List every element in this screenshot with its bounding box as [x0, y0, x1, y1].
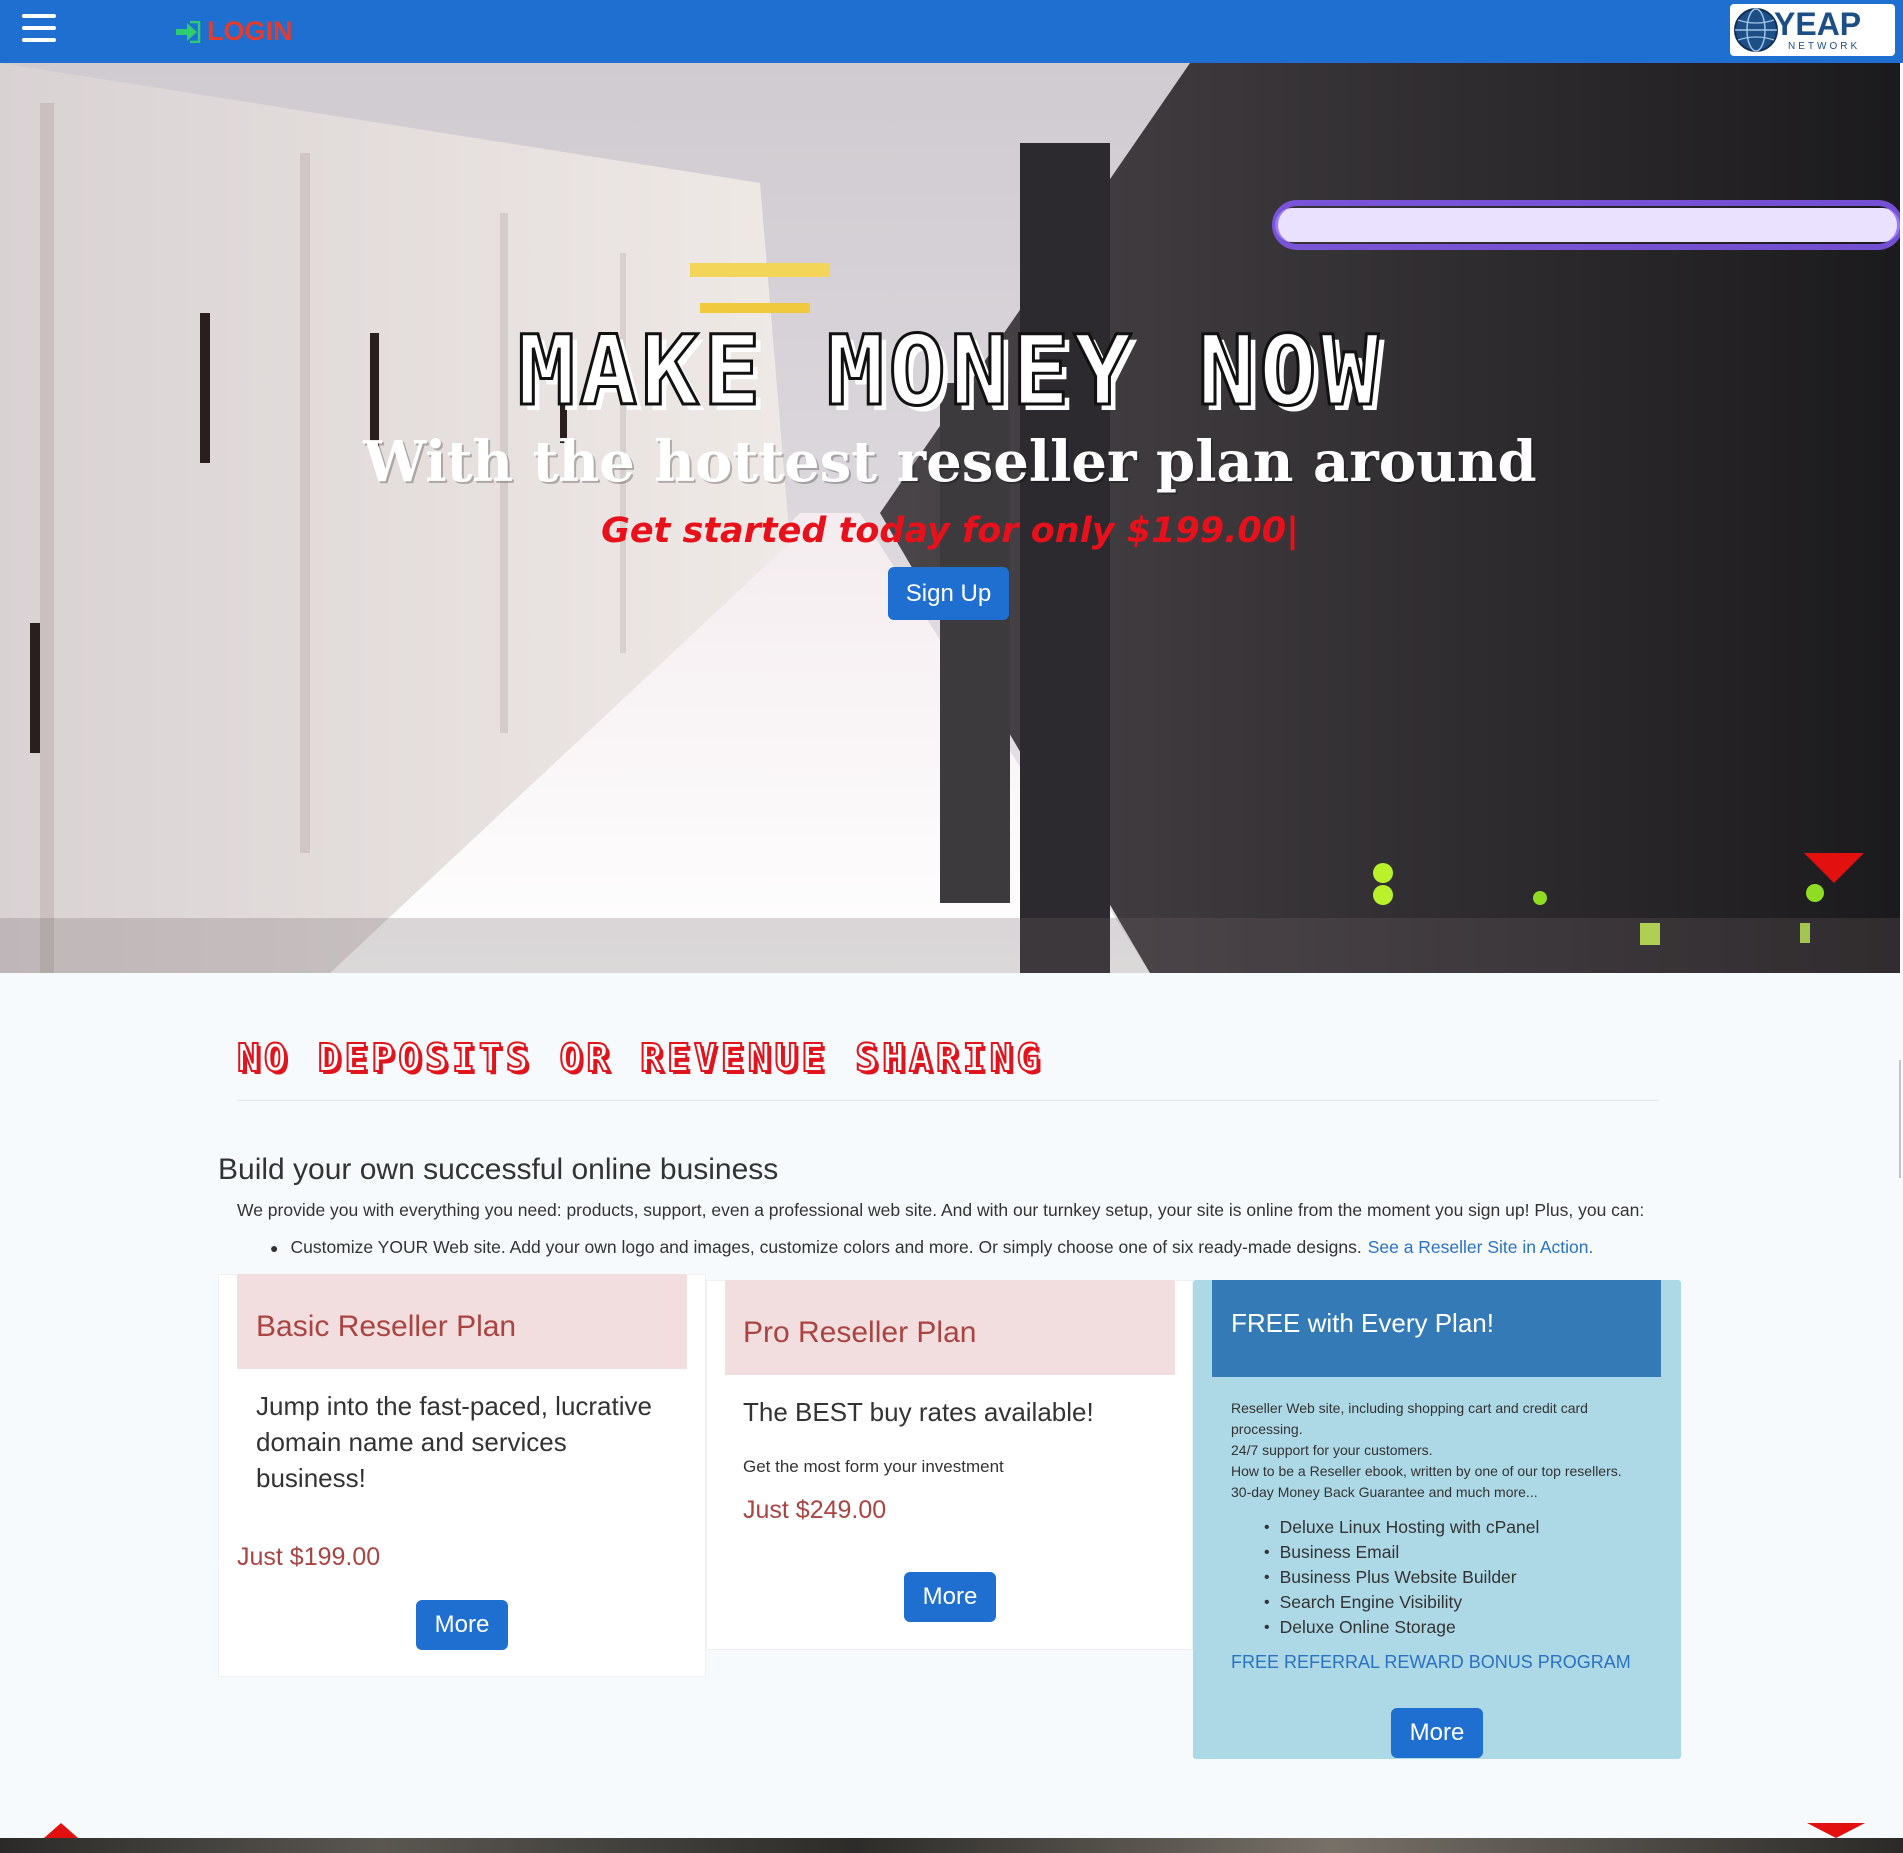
lead-text: We provide you with everything you need:…: [237, 1200, 1645, 1220]
hero-subtitle: With the hottest reseller plan around: [363, 429, 1537, 495]
free-feature-list: Deluxe Linux Hosting with cPanel Busines…: [1264, 1515, 1540, 1640]
section-divider: [237, 1100, 1659, 1101]
free-plan-title: FREE with Every Plan!: [1231, 1308, 1494, 1338]
lead-title: Build your own successful online busines…: [218, 1153, 779, 1186]
pro-plan-title: Pro Reseller Plan: [743, 1316, 977, 1349]
basic-plan-desc-3: business!: [256, 1463, 366, 1493]
brand-logo[interactable]: YEAP NETWORK: [1730, 4, 1895, 56]
pro-more-button[interactable]: More: [904, 1572, 996, 1622]
basic-more-button[interactable]: More: [416, 1600, 508, 1650]
svg-text:NETWORK: NETWORK: [1788, 41, 1860, 52]
basic-plan-desc-1: Jump into the fast-paced, lucrative: [256, 1391, 652, 1421]
svg-text:YEAP: YEAP: [1774, 6, 1861, 42]
basic-plan-price: Just $199.00: [237, 1543, 381, 1571]
triangle-up-icon[interactable]: [44, 1823, 78, 1838]
login-link[interactable]: LOGIN: [175, 16, 293, 47]
login-label: LOGIN: [207, 16, 293, 46]
globe-logo-icon: YEAP NETWORK: [1734, 6, 1861, 52]
hero-banner: MAKE MONEY NOW With the hottest reseller…: [0, 63, 1900, 973]
list-item: Deluxe Online Storage: [1264, 1615, 1539, 1640]
top-navbar: LOGIN YEAP NETWORK: [0, 0, 1903, 63]
reseller-site-link[interactable]: See a Reseller Site in Action.: [1368, 1237, 1594, 1258]
pro-plan-price: Just $249.00: [743, 1496, 887, 1524]
triangle-down-icon[interactable]: [1804, 853, 1864, 883]
hamburger-icon[interactable]: [22, 14, 56, 46]
bullet-text: Customize YOUR Web site. Add your own lo…: [290, 1237, 1362, 1257]
signup-button[interactable]: Sign Up: [888, 567, 1009, 620]
hero-price-line: Get started today for only $199.00|: [601, 511, 1299, 551]
referral-program-link[interactable]: FREE REFERRAL REWARD BONUS PROGRAM: [1231, 1652, 1631, 1673]
hero-title: MAKE MONEY NOW: [516, 314, 1383, 429]
free-desc-line: 30-day Money Back Guarantee and much mor…: [1231, 1484, 1538, 1500]
sign-in-icon: [176, 20, 201, 43]
list-item: Deluxe Linux Hosting with cPanel: [1264, 1515, 1540, 1540]
free-desc-line: Reseller Web site, including shopping ca…: [1231, 1400, 1588, 1416]
list-item: Business Email: [1264, 1540, 1539, 1565]
section-heading: NO DEPOSITS OR REVENUE SHARING: [236, 1035, 1044, 1081]
scrollbar-thumb[interactable]: [1899, 1060, 1901, 1178]
free-desc-line: processing.: [1231, 1421, 1303, 1437]
free-more-button[interactable]: More: [1391, 1708, 1483, 1758]
triangle-down-icon[interactable]: [1807, 1823, 1865, 1838]
bullet-icon: ●: [270, 1240, 279, 1256]
list-item: ● Customize YOUR Web site. Add your own …: [270, 1237, 1593, 1258]
next-section-image: [0, 1838, 1903, 1853]
basic-plan-title: Basic Reseller Plan: [256, 1310, 517, 1343]
list-item: Business Plus Website Builder: [1264, 1565, 1539, 1590]
free-plan-description: Reseller Web site, including shopping ca…: [1231, 1398, 1651, 1503]
pro-plan-subtext: Get the most form your investment: [743, 1457, 1004, 1476]
list-item: Search Engine Visibility: [1264, 1590, 1539, 1615]
free-desc-line: 24/7 support for your customers.: [1231, 1442, 1433, 1458]
free-desc-line: How to be a Reseller ebook, written by o…: [1231, 1463, 1622, 1479]
basic-plan-desc-2: domain name and services: [256, 1427, 567, 1457]
pro-plan-desc: The BEST buy rates available!: [743, 1397, 1094, 1427]
